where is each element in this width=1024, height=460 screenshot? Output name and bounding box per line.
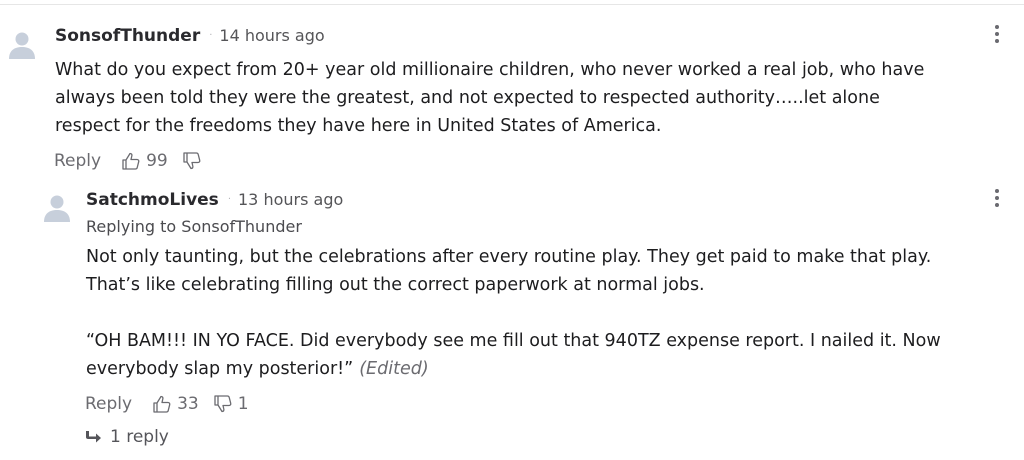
downvote-button[interactable]: 1 [213, 394, 263, 414]
comment-header: SatchmoLives · 13 hours ago [86, 190, 343, 210]
reply-button[interactable]: Reply [85, 394, 132, 414]
edited-label: (Edited) [359, 359, 429, 379]
replies-count-label: 1 reply [110, 427, 169, 447]
username[interactable]: SonsofThunder [55, 26, 200, 46]
comment-header: SonsofThunder · 14 hours ago [55, 26, 325, 46]
upvote-count: 33 [177, 394, 199, 414]
separator-dot: · [227, 194, 231, 205]
comment-body: Not only taunting, but the celebrations … [86, 243, 941, 383]
username[interactable]: SatchmoLives [86, 190, 219, 210]
upvote-button[interactable]: 99 [121, 151, 182, 171]
upvote-button[interactable]: 33 [152, 394, 213, 414]
comment-body: What do you expect from 20+ year old mil… [55, 56, 924, 140]
comment-body-line-last: everybody slap my posterior!” (Edited) [86, 355, 941, 383]
comment-actions: Reply 33 1 [85, 394, 263, 414]
comment-body-line: respect for the freedoms they have here … [55, 116, 662, 136]
replying-to[interactable]: Replying to SonsofThunder [86, 217, 302, 236]
thumbs-up-icon [122, 152, 140, 170]
reply-arrow-icon [86, 431, 101, 443]
comment-body-line: Not only taunting, but the celebrations … [86, 247, 932, 267]
upvote-count: 99 [146, 151, 168, 171]
timestamp: 13 hours ago [238, 190, 344, 209]
downvote-count: 1 [237, 394, 249, 414]
reply-button[interactable]: Reply [54, 151, 101, 171]
separator-dot: · [209, 30, 213, 41]
comment-actions: Reply 99 [54, 151, 221, 171]
thumbs-down-icon [214, 395, 232, 413]
user-avatar-icon[interactable] [40, 190, 74, 224]
comment-body-line: “OH BAM!!! IN YO FACE. Did everybody see… [86, 331, 941, 351]
more-options-icon[interactable] [991, 24, 1003, 46]
downvote-button[interactable] [182, 151, 221, 171]
comment-body-line: everybody slap my posterior!” [86, 359, 354, 379]
timestamp: 14 hours ago [219, 26, 325, 45]
comment-body-line [86, 299, 941, 327]
view-replies-link[interactable]: 1 reply [84, 427, 169, 447]
user-avatar-icon[interactable] [5, 27, 39, 61]
comment-body-line: always been told they were the greatest,… [55, 88, 880, 108]
thumbs-up-icon [153, 395, 171, 413]
more-options-icon[interactable] [991, 188, 1003, 210]
thumbs-down-icon [183, 152, 201, 170]
top-divider [0, 4, 1024, 5]
comment-body-line: That’s like celebrating filling out the … [86, 275, 705, 295]
comment-body-line: What do you expect from 20+ year old mil… [55, 60, 925, 80]
